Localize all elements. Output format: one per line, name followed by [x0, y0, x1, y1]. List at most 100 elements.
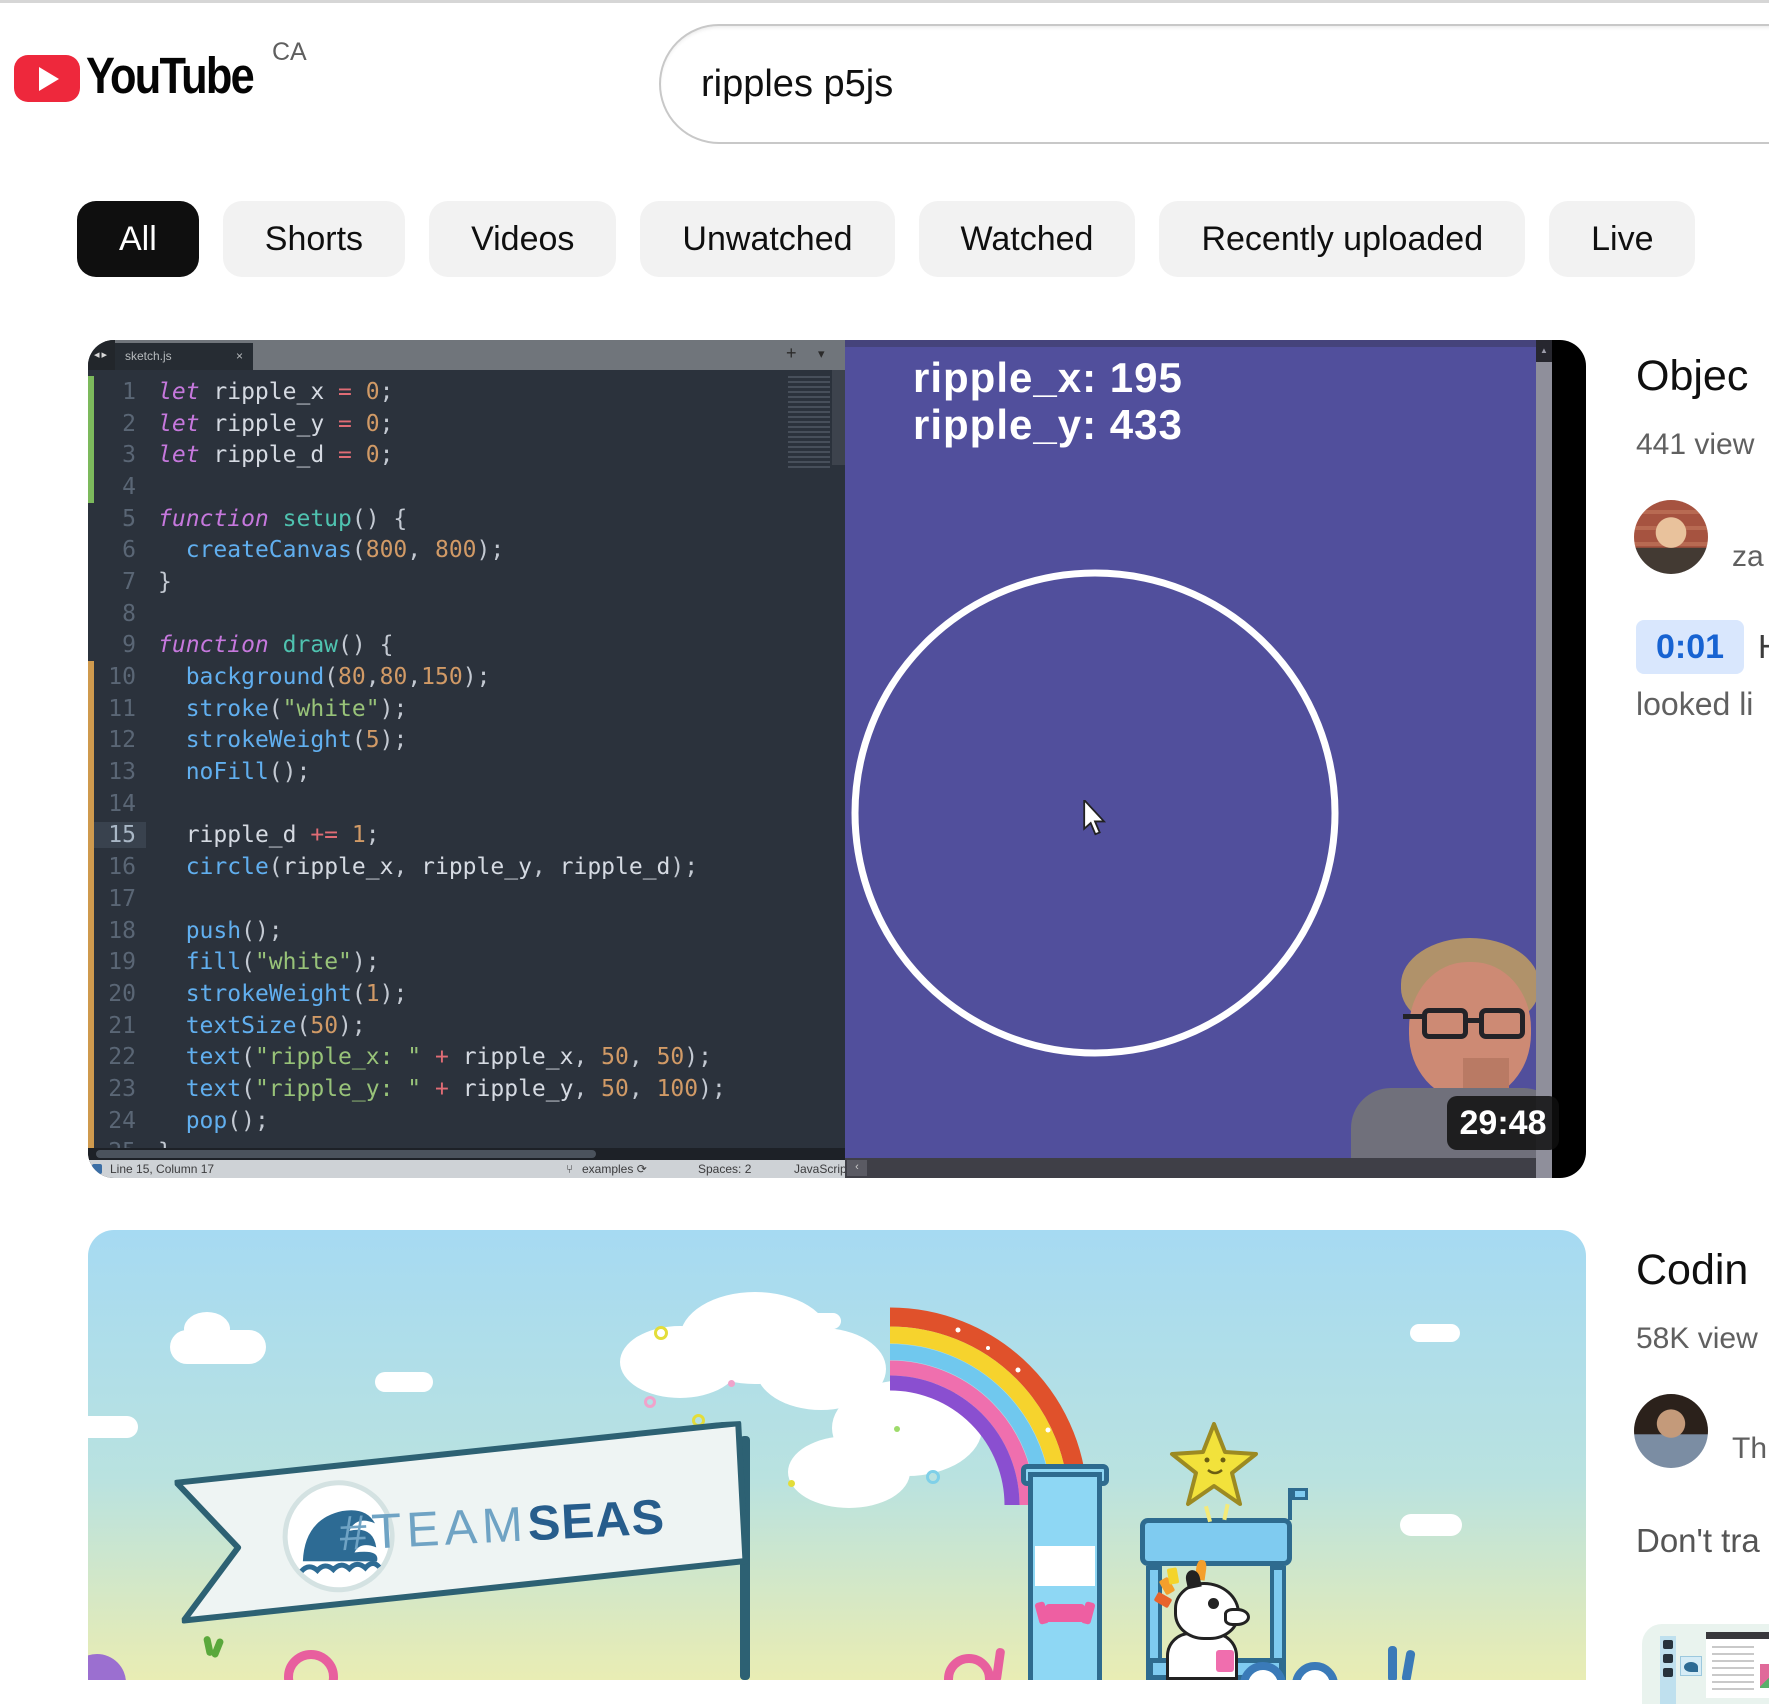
video-thumbnail-2[interactable]: #TEAMSEAS: [88, 1230, 1586, 1680]
video-description-snippet: Don't tra: [1636, 1522, 1760, 1560]
code-line: 13 noFill();: [88, 756, 845, 788]
mini-browser-bar: [1706, 1632, 1769, 1639]
code-editor: 1let ripple_x = 0;2let ripple_y = 0;3let…: [88, 370, 845, 1148]
filter-chip-shorts[interactable]: Shorts: [223, 201, 405, 277]
code-line: 10 background(80,80,150);: [88, 661, 845, 693]
preview-bottom-strip: ‹: [845, 1158, 1536, 1178]
preview-scrollbar: ▲: [1536, 340, 1552, 1178]
teamseas-banner: #TEAMSEAS: [173, 1419, 783, 1660]
comment-snippet-start: H: [1758, 628, 1769, 666]
canvas-overlay-ripple-y: ripple_y: 433: [913, 401, 1183, 449]
glasses-right-lens: [1479, 1008, 1525, 1039]
video-views-2: 58K view: [1636, 1322, 1758, 1356]
code-line: 1let ripple_x = 0;: [88, 376, 845, 408]
scrollbar-up-icon: ▲: [1536, 340, 1552, 362]
code-line: 6 createCanvas(800, 800);: [88, 534, 845, 566]
status-cursor-position: Line 15, Column 17: [110, 1160, 214, 1178]
editor-status-bar: Line 15, Column 17 ⑂ examples ⟳ Spaces: …: [88, 1160, 845, 1178]
p5-canvas-preview: ripple_x: 195 ripple_y: 433: [845, 340, 1536, 1158]
glasses-left-lens: [1422, 1008, 1468, 1039]
code-line: 18 push();: [88, 915, 845, 947]
code-line: 4: [88, 471, 845, 503]
channel-name-2[interactable]: Th: [1732, 1432, 1767, 1466]
code-line: 15 ripple_d += 1;: [88, 820, 845, 852]
youtube-wordmark[interactable]: YouTube: [86, 47, 253, 105]
mini-image: [1760, 1664, 1769, 1688]
mini-icon: [1663, 1640, 1673, 1649]
editor-hscrollbar-thumb: [96, 1150, 596, 1158]
code-line: 20 strokeWeight(1);: [88, 978, 845, 1010]
logo-region-label: CA: [272, 38, 307, 67]
filter-chip-live[interactable]: Live: [1549, 201, 1695, 277]
filter-chip-bar: All Shorts Videos Unwatched Watched Recently …: [77, 201, 1695, 277]
code-line: 16 circle(ripple_x, ripple_y, ripple_d);: [88, 851, 845, 883]
code-line: 14: [88, 788, 845, 820]
status-spaces: Spaces: 2: [698, 1160, 751, 1178]
mini-wave-icon: [1680, 1656, 1702, 1676]
status-branch-icon: ⑂: [566, 1160, 573, 1178]
video-views-1: 441 view: [1636, 428, 1754, 462]
code-lines: 1let ripple_x = 0;2let ripple_y = 0;3let…: [88, 370, 845, 1148]
filter-chip-all[interactable]: All: [77, 201, 199, 277]
candy-icon: [1045, 1604, 1085, 1622]
doodle-bracket: [1388, 1646, 1397, 1680]
glasses-temple: [1403, 1014, 1425, 1019]
youtube-logo-icon[interactable]: [14, 55, 80, 102]
star-character: [1166, 1422, 1262, 1514]
editor-scrollbar: [832, 370, 845, 465]
pink-cup: [1216, 1650, 1234, 1672]
editor-minimap: [788, 376, 830, 468]
code-line: 25}: [88, 1137, 845, 1149]
code-line: 19 fill("white");: [88, 946, 845, 978]
video-thumbnail-1[interactable]: ◂▸ sketch.js × + ▾ 1let ripple_x = 0;2le…: [88, 340, 1586, 1178]
tab-menu-caret-icon: ▾: [818, 346, 825, 362]
pipe-band: [1035, 1546, 1095, 1586]
code-line: 17: [88, 883, 845, 915]
canvas-overlay-ripple-x: ripple_x: 195: [913, 354, 1183, 402]
unicorn-dog-eye: [1208, 1598, 1219, 1609]
tab-close-icon: ×: [236, 343, 243, 370]
banner-text-bold: SEAS: [526, 1490, 666, 1551]
code-line: 21 textSize(50);: [88, 1010, 845, 1042]
filter-chip-videos[interactable]: Videos: [429, 201, 616, 277]
code-line: 11 stroke("white");: [88, 693, 845, 725]
unicorn-dog-snout: [1224, 1608, 1250, 1626]
mini-text-lines: [1712, 1646, 1754, 1690]
code-line: 23 text("ripple_y: " + ripple_y, 50, 100…: [88, 1073, 845, 1105]
page-top-divider: [0, 0, 1769, 3]
channel-name-1[interactable]: za: [1732, 540, 1764, 574]
code-line: 9function draw() {: [88, 630, 845, 662]
code-line: 8: [88, 598, 845, 630]
code-line: 12 strokeWeight(5);: [88, 725, 845, 757]
code-line: 7}: [88, 566, 845, 598]
preview-back-icon: ‹: [847, 1160, 867, 1176]
machine-platform: [1140, 1518, 1292, 1566]
channel-avatar-1[interactable]: [1634, 500, 1708, 574]
video-duration-badge: 29:48: [1447, 1096, 1559, 1150]
code-line: 22 text("ripple_x: " + ripple_x, 50, 50)…: [88, 1041, 845, 1073]
machine-flag: [1292, 1488, 1308, 1500]
glasses-bridge: [1465, 1018, 1481, 1023]
mini-icon: [1663, 1654, 1673, 1663]
description-preview-card[interactable]: [1642, 1624, 1769, 1704]
comment-timestamp-link[interactable]: 0:01: [1636, 620, 1744, 674]
tab-label: sketch.js: [125, 343, 172, 370]
code-line: 2let ripple_y = 0;: [88, 408, 845, 440]
filter-chip-unwatched[interactable]: Unwatched: [640, 201, 894, 277]
filter-chip-recently-uploaded[interactable]: Recently uploaded: [1159, 201, 1525, 277]
channel-avatar-2[interactable]: [1634, 1394, 1708, 1468]
code-line: 5function setup() {: [88, 503, 845, 535]
video-title-1[interactable]: Objec: [1636, 352, 1748, 401]
code-line: 3let ripple_d = 0;: [88, 439, 845, 471]
status-examples: examples ⟳: [582, 1160, 647, 1178]
video-title-2[interactable]: Codin: [1636, 1246, 1748, 1295]
new-tab-icon: +: [786, 343, 797, 364]
comment-snippet-line2: looked li: [1636, 686, 1753, 723]
banner-text-light: #TEAM: [338, 1497, 529, 1561]
mouse-cursor-icon: [1081, 800, 1109, 836]
status-language: JavaScript: [794, 1160, 850, 1178]
editor-nav-arrows-icon: ◂▸: [88, 340, 115, 370]
search-input[interactable]: [701, 24, 1501, 144]
status-icon: [92, 1164, 102, 1174]
filter-chip-watched[interactable]: Watched: [919, 201, 1136, 277]
